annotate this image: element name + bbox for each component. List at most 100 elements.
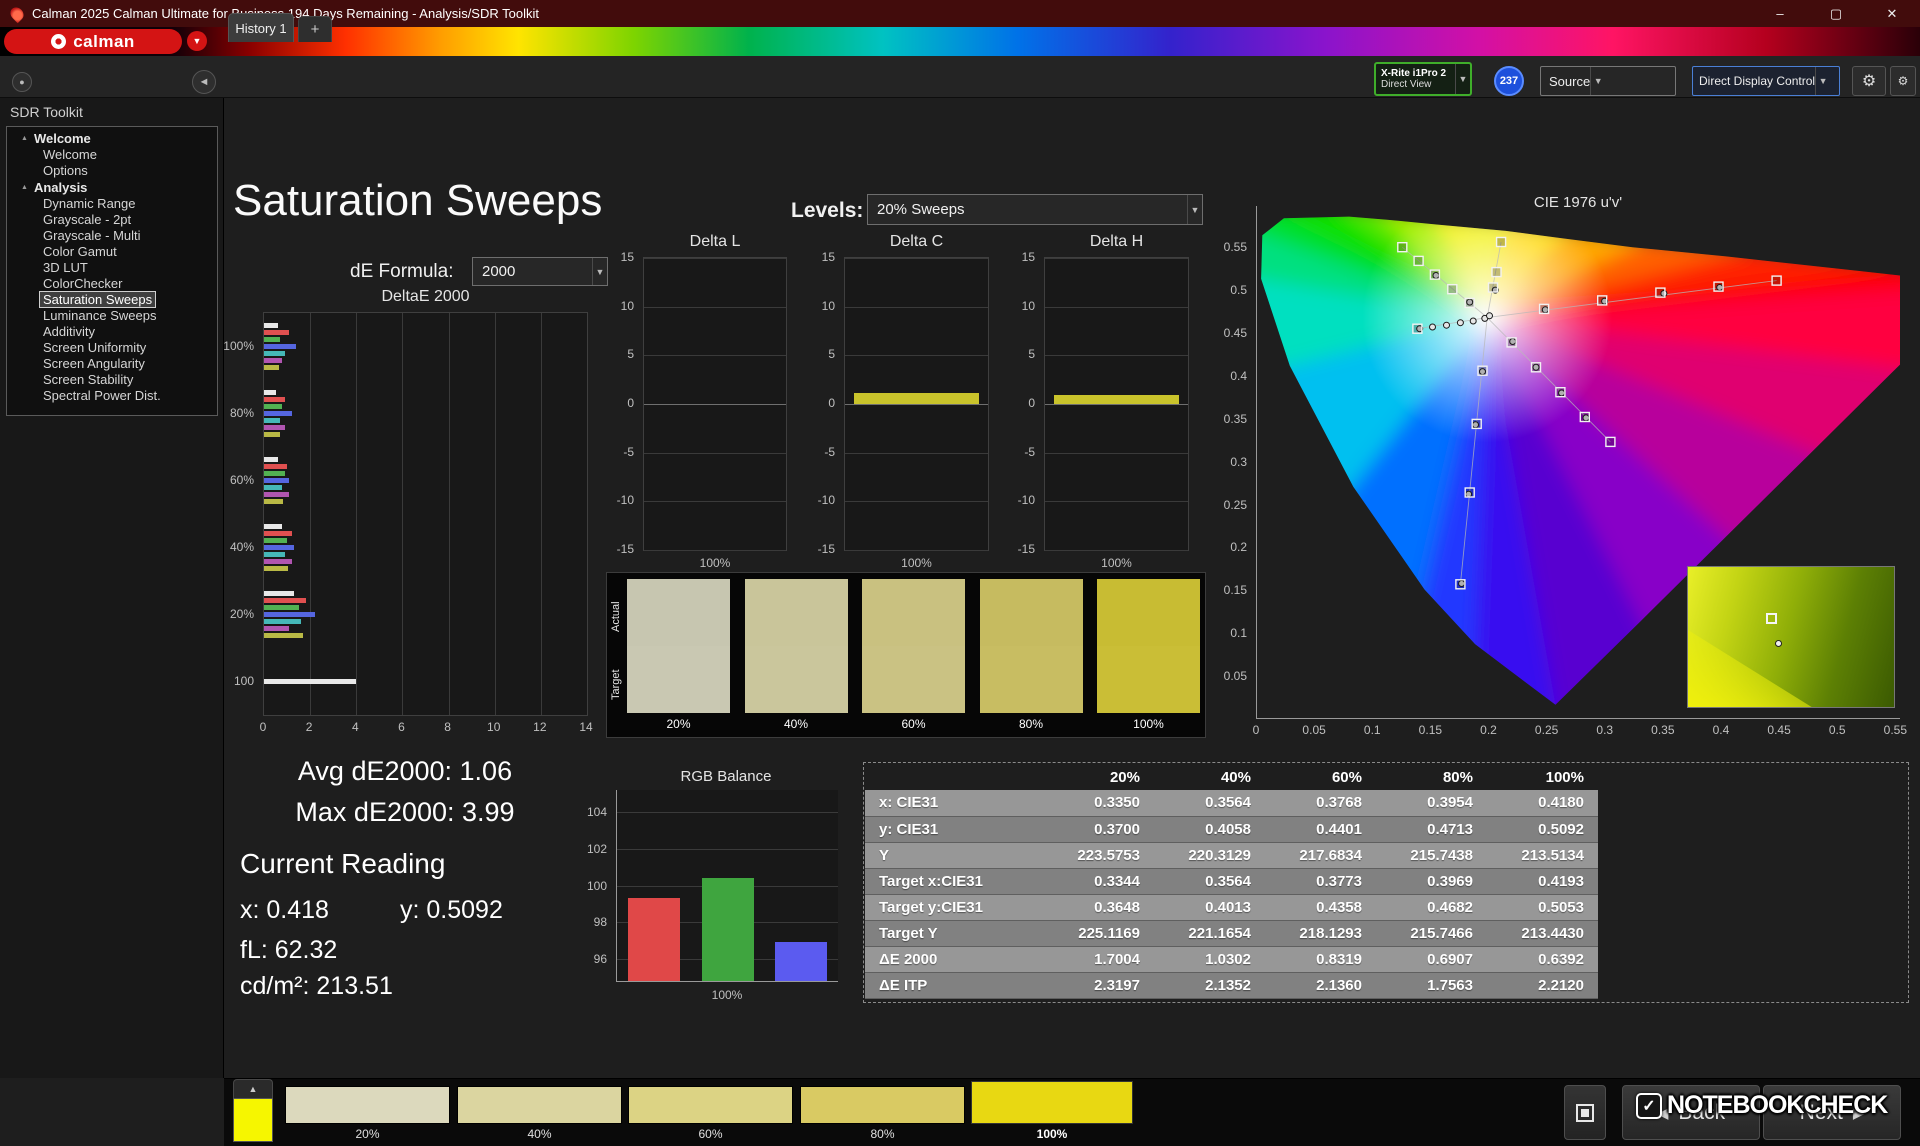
table-header-cell: 80% (1376, 764, 1487, 790)
patch-60-[interactable] (628, 1086, 793, 1124)
sidebar-item-label: 3D LUT (40, 260, 91, 275)
bar-segment (264, 566, 288, 571)
window-controls: – ▢ ✕ (1752, 0, 1920, 27)
table-cell: 0.4193 (1487, 868, 1598, 894)
grid-line (644, 258, 786, 259)
patch-20-[interactable] (285, 1086, 450, 1124)
actual-row-label: Actual (610, 585, 624, 649)
axis-tick-label: 14 (579, 720, 592, 734)
sidebar-item-color-gamut[interactable]: Color Gamut (7, 244, 217, 260)
row-label-cell: ΔE ITP (865, 972, 1043, 998)
tab-history-1[interactable]: History 1 (228, 13, 294, 42)
display-control-selector[interactable]: Direct Display Control ▼ (1692, 66, 1840, 96)
settings-button[interactable]: ⚙ (1852, 66, 1886, 96)
add-tab-button[interactable]: + (298, 16, 332, 42)
back-button[interactable]: ◀ Back (1622, 1085, 1760, 1140)
table-header-cell: 40% (1154, 764, 1265, 790)
meter-count-badge: 237 (1494, 66, 1524, 96)
bar-segment (264, 492, 289, 497)
delta-c-y-axis: 151050-5-10-15 (800, 257, 840, 551)
expand-patches-button[interactable]: ▲ (233, 1079, 273, 1098)
levels-value: 20% Sweeps (877, 201, 965, 218)
table-cell: 225.1169 (1043, 920, 1154, 946)
sidebar-item-additivity[interactable]: Additivity (7, 324, 217, 340)
axis-tick-label: 100 (587, 879, 607, 893)
table-cell: 1.0302 (1154, 946, 1265, 972)
table-cell: 0.3564 (1154, 790, 1265, 816)
patch-100-[interactable] (971, 1081, 1133, 1124)
sidebar-item-welcome[interactable]: Welcome (7, 147, 217, 163)
sidebar-item-luminance-sweeps[interactable]: Luminance Sweeps (7, 308, 217, 324)
arrow-left-icon: ◀ (1657, 1104, 1669, 1122)
bar-segment (264, 418, 280, 423)
logo-menu-button[interactable]: ▼ (187, 31, 207, 51)
sidebar-item-saturation-sweeps[interactable]: Saturation Sweeps (7, 292, 217, 308)
axis-tick-label: 0.3 (1596, 723, 1613, 737)
levels-dropdown[interactable]: 20% Sweeps ▼ (867, 194, 1203, 225)
blue-bar (775, 942, 827, 981)
axis-tick-label: -10 (818, 493, 835, 507)
calman-logo-button[interactable]: calman (4, 29, 182, 54)
workflow-menu-button[interactable]: ● (12, 72, 32, 92)
table-cell: 0.3969 (1376, 868, 1487, 894)
delta-c-title: Delta C (844, 233, 989, 251)
axis-tick-label: 0.35 (1651, 723, 1674, 737)
sidebar-item-screen-stability[interactable]: Screen Stability (7, 372, 217, 388)
grid-line (1045, 258, 1188, 259)
table-cell: 2.1352 (1154, 972, 1265, 998)
delta-l-title: Delta L (643, 233, 787, 251)
table-cell: 223.5753 (1043, 842, 1154, 868)
delta-c-x-label: 100% (844, 556, 989, 570)
close-button[interactable]: ✕ (1864, 0, 1920, 27)
workflow-tree: ▲WelcomeWelcomeOptions▲AnalysisDynamic R… (6, 126, 218, 416)
grid-line (644, 404, 786, 405)
sidebar-item-label: Color Gamut (40, 244, 120, 259)
sidebar-item-grayscale-multi[interactable]: Grayscale - Multi (7, 228, 217, 244)
axis-tick-label: 15 (822, 250, 835, 264)
axis-tick-label: 98 (594, 915, 607, 929)
current-patch-swatch[interactable] (233, 1098, 273, 1142)
meter-selector[interactable]: X-Rite i1Pro 2 Direct View ▼ (1374, 62, 1472, 96)
stop-pattern-button[interactable] (1564, 1085, 1606, 1140)
de-formula-dropdown[interactable]: 2000 ▼ (472, 257, 608, 286)
source-selector[interactable]: Source ▼ (1540, 66, 1676, 96)
sidebar-item-label: Luminance Sweeps (40, 308, 159, 323)
row-label-cell: Target x:CIE31 (865, 868, 1043, 894)
bar-segment (264, 432, 280, 437)
app-icon (8, 4, 26, 22)
axis-tick-label: 40% (230, 540, 254, 554)
patch-label: 20% (285, 1127, 450, 1141)
collapse-sidebar-button[interactable]: ◄ (192, 70, 216, 94)
bar-segment (264, 471, 285, 476)
maximize-button[interactable]: ▢ (1808, 0, 1864, 27)
axis-tick-label: 0.5 (1230, 283, 1247, 297)
sidebar-item-label: Dynamic Range (40, 196, 139, 211)
table-row: y: CIE310.37000.40580.44010.47130.5092 (865, 816, 1598, 842)
table-cell: 2.3197 (1043, 972, 1154, 998)
minimize-button[interactable]: – (1752, 0, 1808, 27)
sidebar-item-grayscale-2pt[interactable]: Grayscale - 2pt (7, 212, 217, 228)
sidebar-item-3d-lut[interactable]: 3D LUT (7, 260, 217, 276)
axis-tick-label: 0.15 (1419, 723, 1442, 737)
brand-name: calman (73, 32, 135, 52)
sidebar-item-spectral-power-dist-[interactable]: Spectral Power Dist. (7, 388, 217, 404)
secondary-settings-button[interactable]: ⚙ (1890, 66, 1916, 96)
next-button[interactable]: Next ▶ (1763, 1085, 1901, 1140)
sidebar-item-dynamic-range[interactable]: Dynamic Range (7, 196, 217, 212)
table-cell: 0.3700 (1043, 816, 1154, 842)
sidebar-item-screen-angularity[interactable]: Screen Angularity (7, 356, 217, 372)
axis-tick-label: 60% (230, 473, 254, 487)
tree-section-analysis[interactable]: ▲Analysis (7, 179, 217, 196)
chevron-down-icon: ▼ (1815, 67, 1830, 95)
sidebar-item-options[interactable]: Options (7, 163, 217, 179)
sidebar-item-screen-uniformity[interactable]: Screen Uniformity (7, 340, 217, 356)
deltae-y-axis: 100%80%60%40%20%100 (201, 312, 259, 716)
patch-80-[interactable] (800, 1086, 965, 1124)
tree-section-welcome[interactable]: ▲Welcome (7, 130, 217, 147)
patch-40-[interactable] (457, 1086, 622, 1124)
sidebar-item-label: ColorChecker (40, 276, 125, 291)
cie-y-axis: 0.050.10.150.20.250.30.350.40.450.50.55 (1194, 206, 1252, 719)
swatch-label: 20% (627, 717, 730, 731)
swatch-20- (627, 579, 730, 713)
sidebar-item-colorchecker[interactable]: ColorChecker (7, 276, 217, 292)
